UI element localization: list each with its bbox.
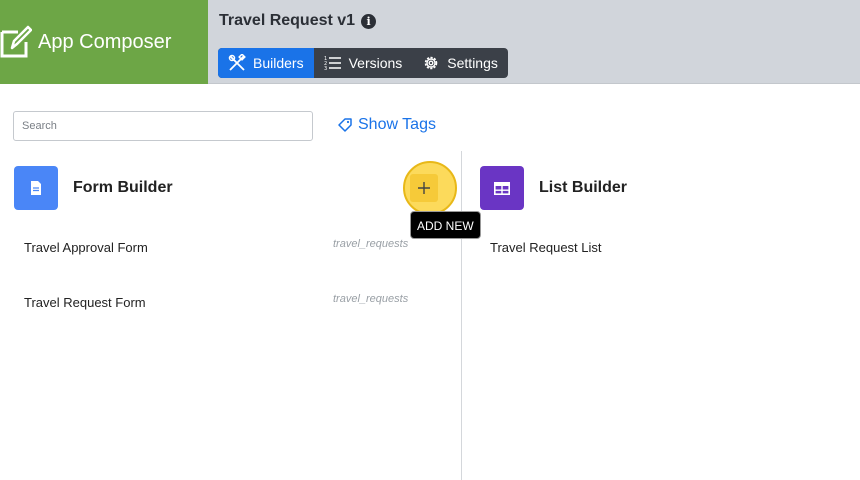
form-item-tag: travel_requests [333,293,409,305]
plus-icon [418,182,430,194]
form-item-tag: travel_requests [333,238,409,250]
tab-versions-label: Versions [348,55,403,71]
tab-builders-label: Builders [253,55,304,71]
app-composer-brand[interactable]: App Composer [0,0,208,84]
tab-versions[interactable]: 1 2 3 Versions [314,48,413,78]
list-builder-title: List Builder [539,179,628,196]
tag-icon [338,117,352,132]
info-icon[interactable]: i [361,13,377,29]
tab-builders[interactable]: Builders [218,48,314,78]
column-divider [461,151,462,480]
add-new-tooltip: ADD NEW [410,211,481,239]
brand-name: App Composer [38,31,172,53]
tools-icon [228,54,246,71]
table-icon [494,181,510,195]
list-numbered-icon: 1 2 3 [324,56,341,72]
add-new-button[interactable] [410,174,438,202]
tab-settings-label: Settings [447,55,498,71]
svg-text:3: 3 [324,66,327,72]
app-title-text: Travel Request v1 [219,12,356,29]
gear-icon [424,56,438,70]
document-icon [31,181,41,195]
show-tags-label: Show Tags [358,116,436,133]
search-input[interactable] [13,111,313,141]
form-item-title[interactable]: Travel Request Form [24,295,146,310]
tab-settings[interactable]: Settings [412,48,508,78]
edit-icon [0,25,32,58]
form-builder-icon-tile [14,166,58,210]
form-builder-title: Form Builder [73,179,173,196]
list-item-title[interactable]: Travel Request List [490,240,602,255]
app-title: Travel Request v1 i [219,12,377,30]
form-item-title[interactable]: Travel Approval Form [24,240,148,255]
top-bar: App Composer Travel Request v1 i Builder… [0,0,860,84]
list-builder-icon-tile [480,166,524,210]
show-tags-link[interactable]: Show Tags [338,116,436,134]
tab-bar: Builders 1 2 3 Versions Settings [218,48,508,78]
